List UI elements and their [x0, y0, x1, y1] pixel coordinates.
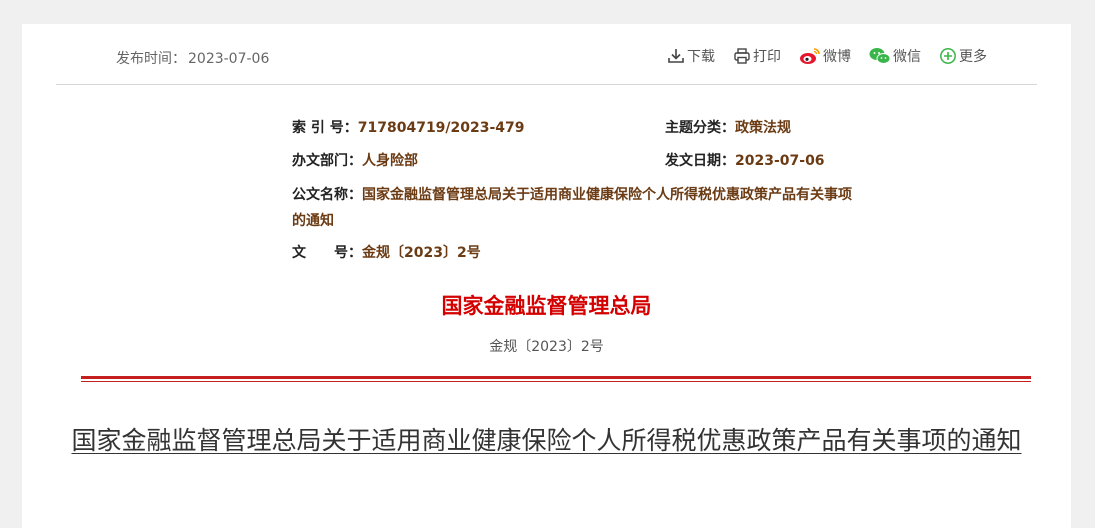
meta-doc-name-label: 公文名称： [292, 187, 362, 203]
meta-date-label: 发文日期： [665, 153, 735, 169]
meta-dept-label: 办文部门： [292, 153, 362, 169]
issuing-authority: 国家金融监督管理总局 [441, 294, 652, 318]
meta-topic-label: 主题分类： [665, 120, 735, 136]
download-icon [668, 49, 684, 63]
meta-date-value: 2023-07-06 [735, 153, 825, 169]
print-button[interactable]: 打印 [733, 46, 781, 66]
print-label: 打印 [753, 49, 781, 65]
meta-index: 索 引 号：717804719/2023-479 [292, 118, 525, 138]
meta-topic: 主题分类：政策法规 [665, 118, 791, 138]
plus-circle-icon [940, 48, 956, 64]
publish-time-value: 2023-07-06 [188, 51, 270, 67]
meta-doc-name-value: 国家金融监督管理总局关于适用商业健康保险个人所得税优惠政策产品有关事项的通知 [292, 187, 852, 229]
meta-docnum-label: 文 号： [292, 245, 362, 261]
weibo-icon [800, 48, 820, 64]
publish-time: 发布时间： 2023-07-06 [116, 48, 269, 68]
share-actions: 下载 打印 微博 微信 更多 [667, 46, 987, 66]
meta-date: 发文日期：2023-07-06 [665, 151, 825, 171]
meta-docnum-value: 金规〔2023〕2号 [362, 245, 481, 261]
more-label: 更多 [959, 49, 987, 65]
wechat-share-button[interactable]: 微信 [869, 46, 921, 66]
meta-doc-name: 公文名称：国家金融监督管理总局关于适用商业健康保险个人所得税优惠政策产品有关事项… [292, 182, 862, 234]
printer-icon [734, 48, 750, 64]
wechat-label: 微信 [893, 49, 921, 65]
meta-index-label: 索 引 号： [292, 120, 358, 136]
weibo-share-button[interactable]: 微博 [799, 46, 851, 66]
publish-time-label: 发布时间： [116, 51, 186, 67]
article-title[interactable]: 国家金融监督管理总局关于适用商业健康保险个人所得税优惠政策产品有关事项的通知 [62, 424, 1031, 457]
meta-dept: 办文部门：人身险部 [292, 151, 418, 171]
wechat-icon [869, 48, 891, 64]
download-button[interactable]: 下载 [667, 46, 715, 66]
more-share-button[interactable]: 更多 [939, 46, 987, 66]
article-card: 发布时间： 2023-07-06 下载 打印 微博 微信 更多 索 引 号：71… [22, 24, 1071, 528]
weibo-label: 微博 [823, 49, 851, 65]
meta-docnum: 文 号：金规〔2023〕2号 [292, 243, 481, 263]
meta-topic-value: 政策法规 [735, 120, 791, 136]
document-number: 金规〔2023〕2号 [489, 339, 604, 355]
meta-dept-value: 人身险部 [362, 153, 418, 169]
meta-index-value: 717804719/2023-479 [357, 120, 525, 136]
article-toolbar: 发布时间： 2023-07-06 下载 打印 微博 微信 更多 [56, 24, 1037, 85]
red-divider [81, 376, 1031, 382]
download-label: 下载 [687, 49, 715, 65]
